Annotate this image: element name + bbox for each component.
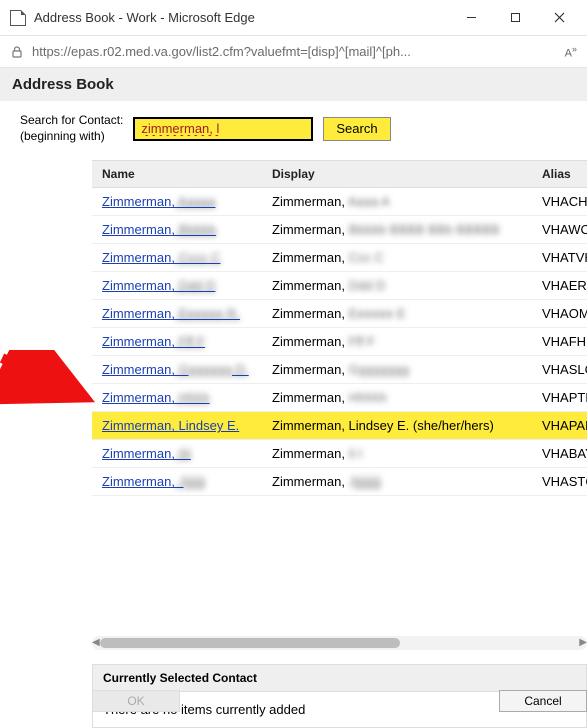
scroll-right-icon[interactable]: ▶: [579, 637, 587, 648]
contact-alias: VHAERI: [532, 272, 587, 300]
contact-alias: VHABAY: [532, 440, 587, 468]
redacted-text: Hhhh: [175, 390, 210, 405]
maximize-button[interactable]: [493, 3, 537, 33]
contact-name-link[interactable]: Zimmerman, Eeeeee R.: [102, 306, 240, 321]
url-text[interactable]: https://epas.r02.med.va.gov/list2.cfm?va…: [32, 44, 557, 59]
redacted-text: Ddd D: [175, 278, 215, 293]
contact-name-link[interactable]: Zimmerman, Aaaaa: [102, 194, 215, 209]
col-display: Display: [262, 161, 532, 188]
table-row[interactable]: Zimmerman, Bbbbb Zimmerman, Bbbbb BBBB BB…: [92, 216, 587, 244]
redacted-text: Ccc C: [345, 250, 384, 265]
redacted-text: Fff F: [175, 334, 205, 349]
contact-alias: VHAPALZ: [532, 412, 587, 440]
table-row[interactable]: Zimmerman, Cccc C Zimmerman, Ccc CVHATVH: [92, 244, 587, 272]
contact-display: Zimmerman, Ddd D: [262, 272, 532, 300]
minimize-button[interactable]: [449, 3, 493, 33]
contact-display: Zimmerman, Ii I: [262, 440, 532, 468]
contact-display: Zimmerman, Lindsey E. (she/her/hers): [262, 412, 532, 440]
redacted-text: Aaaa A: [345, 194, 390, 209]
table-row[interactable]: Zimmerman, Ggggggg D. Zimmerman, Gggggggg…: [92, 356, 587, 384]
contact-display: Zimmerman, Jjjjjjjjjj: [262, 468, 532, 496]
page-title: Address Book: [0, 68, 587, 101]
contact-name-link[interactable]: Zimmerman, Hhhh: [102, 390, 210, 405]
redacted-text: Bbbbb: [175, 222, 216, 237]
table-row[interactable]: Zimmerman, Jjjjjjjj Zimmerman, Jjjjjjjjjj…: [92, 468, 587, 496]
redacted-text: Ddd D: [345, 278, 385, 293]
redacted-text: Fff F: [345, 334, 375, 349]
contact-display: Zimmerman, Fff F: [262, 328, 532, 356]
contact-name-link[interactable]: Zimmerman, Bbbbb: [102, 222, 216, 237]
read-aloud-icon[interactable]: A»: [565, 44, 577, 60]
contact-alias: VHAFHM: [532, 328, 587, 356]
redacted-text: Eeeeee R.: [175, 306, 240, 321]
table-row[interactable]: Zimmerman, Eeeeee R. Zimmerman, Eeeeee EV…: [92, 300, 587, 328]
cancel-button[interactable]: Cancel: [499, 690, 587, 712]
redacted-text: Eeeeee E: [345, 306, 406, 321]
contact-alias: VHASLC: [532, 356, 587, 384]
table-row[interactable]: Zimmerman, Ddd DZimmerman, Ddd DVHAERI: [92, 272, 587, 300]
table-row[interactable]: Zimmerman, Hhhh Zimmerman, HhhhhVHAPTH: [92, 384, 587, 412]
ok-button: OK: [92, 690, 180, 712]
table-header-row: Name Display Alias: [92, 161, 587, 188]
contact-display: Zimmerman, Eeeeee E: [262, 300, 532, 328]
contact-alias: VHATVH: [532, 244, 587, 272]
contact-alias: VHAWCO: [532, 216, 587, 244]
lock-icon: [10, 45, 24, 59]
scrollbar-thumb[interactable]: [100, 638, 400, 648]
table-row[interactable]: Zimmerman, Iiii Zimmerman, Ii IVHABAY: [92, 440, 587, 468]
selected-contact-heading: Currently Selected Contact: [93, 665, 586, 692]
redacted-text: Ii I: [345, 446, 362, 461]
search-area: Search for Contact: (beginning with) Sea…: [0, 101, 587, 150]
dialog-button-bar: OK Cancel: [92, 690, 587, 712]
table-row[interactable]: Zimmerman, Lindsey E. Zimmerman, Lindsey …: [92, 412, 587, 440]
contact-display: Zimmerman, Aaaa A: [262, 188, 532, 216]
contact-name-link[interactable]: Zimmerman, Jjjjjjjj: [102, 474, 205, 489]
col-alias: Alias: [532, 161, 587, 188]
search-input[interactable]: [133, 117, 313, 141]
redacted-text: Jjjjjjjj: [175, 474, 205, 489]
search-button[interactable]: Search: [323, 117, 390, 141]
search-label-line1: Search for Contact:: [20, 113, 123, 129]
redacted-text: Gggggggg: [345, 362, 409, 377]
col-name: Name: [92, 161, 262, 188]
contact-name-link[interactable]: Zimmerman, Iiii: [102, 446, 191, 461]
search-label-line2: (beginning with): [20, 129, 123, 145]
contact-display: Zimmerman, Bbbbb BBBB BBb BBBBB: [262, 216, 532, 244]
results-table: Name Display Alias Zimmerman, AaaaaZimme…: [92, 160, 587, 496]
contact-name-link[interactable]: Zimmerman, Ddd D: [102, 278, 215, 293]
contact-display: Zimmerman, Hhhhh: [262, 384, 532, 412]
redacted-text: Cccc C: [175, 250, 221, 265]
redacted-text: Aaaaa: [175, 194, 216, 209]
table-row[interactable]: Zimmerman, Fff FZimmerman, Fff FVHAFHM: [92, 328, 587, 356]
contact-display: Zimmerman, Ccc C: [262, 244, 532, 272]
contact-alias: VHASTC: [532, 468, 587, 496]
table-row[interactable]: Zimmerman, Aaaaa Zimmerman, Aaaa AVHACHS: [92, 188, 587, 216]
search-label: Search for Contact: (beginning with): [20, 113, 123, 144]
redacted-text: Hhhhh: [345, 390, 387, 405]
window-title: Address Book - Work - Microsoft Edge: [34, 10, 449, 25]
redacted-text: Jjjjjjjjjj: [345, 474, 381, 489]
contact-alias: VHAPTH: [532, 384, 587, 412]
contact-name-link[interactable]: Zimmerman, Lindsey E.: [102, 418, 239, 433]
callout-arrow: [0, 350, 100, 420]
page-icon: [10, 10, 26, 26]
horizontal-scrollbar[interactable]: ◀ ▶: [92, 636, 587, 650]
contact-name-link[interactable]: Zimmerman, Cccc C: [102, 250, 220, 265]
contact-name-link[interactable]: Zimmerman, Fff F: [102, 334, 205, 349]
window-titlebar: Address Book - Work - Microsoft Edge: [0, 0, 587, 36]
scroll-left-icon[interactable]: ◀: [92, 637, 100, 648]
contact-display: Zimmerman, Gggggggg: [262, 356, 532, 384]
redacted-text: Ggggggg D.: [175, 362, 249, 377]
contact-alias: VHACHS: [532, 188, 587, 216]
close-button[interactable]: [537, 3, 581, 33]
contact-alias: VHAOMA: [532, 300, 587, 328]
address-bar: https://epas.r02.med.va.gov/list2.cfm?va…: [0, 36, 587, 68]
contact-name-link[interactable]: Zimmerman, Ggggggg D.: [102, 362, 249, 377]
redacted-text: Iiii: [175, 446, 191, 461]
redacted-text: Bbbbb BBBB BBb BBBBB: [345, 222, 500, 237]
